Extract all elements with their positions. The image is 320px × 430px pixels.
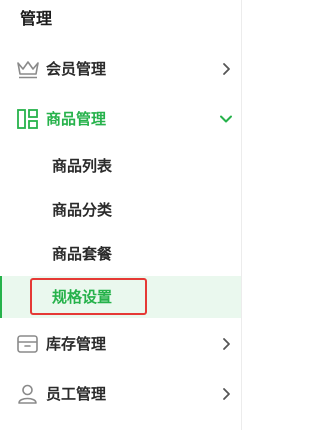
chevron-down-icon [219,112,233,126]
menu-item-label: 会员管理 [46,60,107,78]
submenu-item-label: 规格设置 [52,288,113,306]
inventory-box-icon [16,334,40,354]
menu-item-label: 员工管理 [46,385,107,403]
menu-item-member[interactable]: 会员管理 [0,46,241,92]
sidebar: 管理 会员管理 商品管理 商品列表 商品分类 商品套餐 规格设置 库存管理 员工… [0,0,242,430]
selected-indicator [0,276,2,318]
menu-item-inventory[interactable]: 库存管理 [0,321,241,367]
section-title: 管理 [20,9,53,28]
menu-item-staff[interactable]: 员工管理 [0,371,241,417]
chevron-right-icon [219,337,233,351]
submenu-item-label: 商品分类 [52,201,113,219]
submenu-item-product-list[interactable]: 商品列表 [0,145,241,187]
menu-item-label: 库存管理 [46,335,107,353]
menu-item-product[interactable]: 商品管理 [0,96,241,142]
menu-item-label: 商品管理 [46,110,107,128]
submenu-item-product-package[interactable]: 商品套餐 [0,233,241,275]
user-icon [16,384,40,404]
submenu-item-spec-settings[interactable]: 规格设置 [0,276,241,318]
submenu-item-product-category[interactable]: 商品分类 [0,189,241,231]
crown-icon [16,59,40,79]
submenu-item-label: 商品列表 [52,157,113,175]
chevron-right-icon [219,387,233,401]
chevron-right-icon [219,62,233,76]
submenu-item-label: 商品套餐 [52,245,113,263]
sidebar-divider [241,0,242,430]
product-grid-icon [16,109,40,129]
